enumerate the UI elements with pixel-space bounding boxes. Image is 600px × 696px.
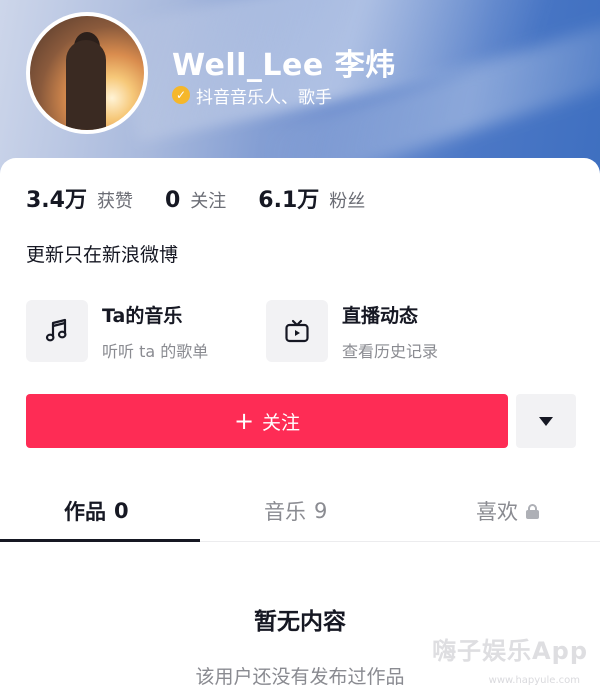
check-icon: ✓ — [172, 86, 190, 104]
feature-music-title: Ta的音乐 — [102, 304, 183, 327]
feature-live-subtitle: 查看历史记录 — [342, 341, 439, 361]
tv-icon — [266, 300, 328, 362]
follow-button-label: 关注 — [262, 411, 301, 434]
stat-value: 0 — [164, 188, 181, 213]
profile-bio: 更新只在新浪微博 — [26, 244, 179, 266]
avatar-photo — [30, 16, 144, 130]
feature-music[interactable]: Ta的音乐 听听 ta 的歌单 — [26, 300, 208, 362]
tab-works[interactable]: 作品 0 — [64, 496, 129, 526]
caret-down-icon — [539, 416, 553, 426]
verified-badge: ✓ 抖音音乐人、歌手 — [172, 84, 332, 108]
music-note-icon — [26, 300, 88, 362]
stat-label: 获赞 — [96, 191, 133, 212]
avatar-figure-body — [66, 40, 106, 130]
tab-label: 喜欢 — [476, 500, 518, 524]
profile-card: 3.4万 获赞 0 关注 6.1万 粉丝 更新只在新浪微博 Ta的音乐 听听 t… — [0, 158, 600, 696]
verified-label: 抖音音乐人、歌手 — [196, 87, 332, 108]
plus-icon: + — [233, 407, 255, 435]
watermark-url: www.hapyule.com — [488, 675, 580, 686]
more-options-button[interactable] — [516, 394, 576, 448]
stat-following[interactable]: 0 关注 — [165, 187, 226, 213]
stat-followers[interactable]: 6.1万 粉丝 — [258, 182, 365, 214]
feature-live[interactable]: 直播动态 查看历史记录 — [266, 300, 438, 362]
tab-likes[interactable]: 喜欢 — [476, 496, 539, 526]
stat-label: 关注 — [190, 191, 227, 212]
tab-label: 作品 — [64, 500, 106, 524]
tab-count: 0 — [114, 499, 129, 523]
tab-label: 音乐 — [264, 500, 306, 524]
profile-stats: 3.4万 获赞 0 关注 6.1万 粉丝 — [26, 182, 397, 214]
content-tabs: 作品 0 音乐 9 喜欢 — [0, 486, 600, 542]
follow-button[interactable]: + 关注 — [26, 394, 508, 448]
avatar[interactable] — [26, 12, 148, 134]
watermark-logo: 嗨子娱乐App — [432, 637, 588, 665]
stat-value: 3.4万 — [26, 188, 87, 213]
profile-username: Well_Lee 李炜 — [172, 48, 396, 83]
feature-live-title: 直播动态 — [342, 304, 419, 327]
stat-likes[interactable]: 3.4万 获赞 — [26, 182, 133, 214]
feature-music-subtitle: 听听 ta 的歌单 — [102, 341, 209, 361]
tab-count: 9 — [314, 499, 328, 523]
tab-music[interactable]: 音乐 9 — [264, 496, 327, 526]
stat-value: 6.1万 — [258, 188, 320, 213]
active-tab-indicator — [0, 539, 200, 542]
lock-icon — [526, 503, 539, 519]
stat-label: 粉丝 — [329, 191, 366, 212]
